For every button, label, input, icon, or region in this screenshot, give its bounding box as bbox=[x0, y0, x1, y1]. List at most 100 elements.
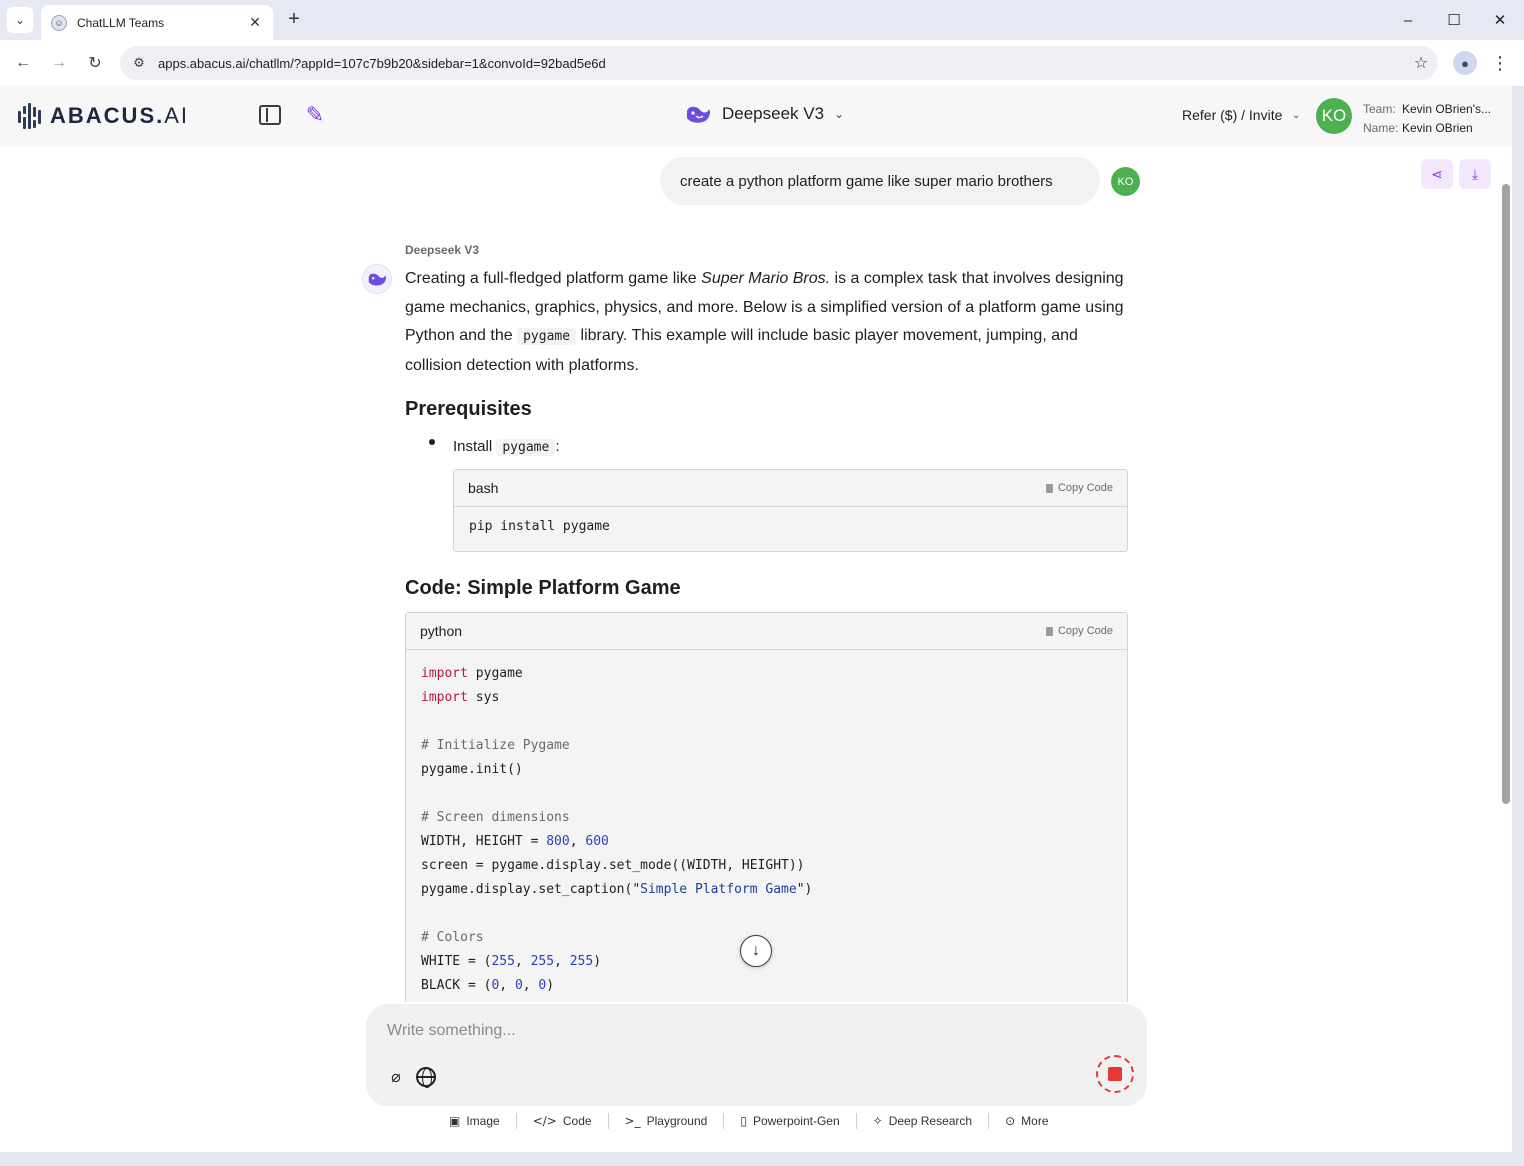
bot-intro-paragraph: Creating a full-fledged platform game li… bbox=[405, 270, 1124, 374]
logo-text-ai: AI bbox=[164, 103, 190, 128]
team-info[interactable]: Team: Kevin OBrien's... Name: Kevin OBrien bbox=[1363, 100, 1491, 138]
stop-icon bbox=[1108, 1067, 1122, 1081]
code-language: bash bbox=[468, 480, 499, 496]
scroll-to-bottom-button[interactable]: ↓ bbox=[740, 935, 772, 967]
code-line: pip install pygame bbox=[469, 519, 610, 534]
new-tab-button[interactable]: + bbox=[282, 8, 306, 32]
paperclip-icon[interactable]: ⌀ bbox=[386, 1067, 406, 1087]
browser-tabstrip: ⌄ ☺ ChatLLM Teams ✕ + – ☐ ✕ bbox=[0, 0, 1524, 40]
code-line: # Screen dimensions bbox=[421, 810, 570, 825]
copy-code-button[interactable]: Copy Code bbox=[1045, 482, 1113, 494]
composer: ⌀ bbox=[366, 1004, 1147, 1106]
list-bullet bbox=[429, 439, 435, 445]
chevron-down-icon: ⌄ bbox=[14, 13, 26, 27]
globe-icon[interactable] bbox=[416, 1067, 436, 1088]
document-icon: ▯ bbox=[740, 1114, 747, 1128]
new-chat-icon[interactable]: ✎ bbox=[303, 103, 327, 127]
window-bottom-edge bbox=[0, 1152, 1524, 1166]
telescope-icon: ✧ bbox=[872, 1114, 883, 1128]
code-line: screen = pygame.display.set_mode((WIDTH,… bbox=[421, 858, 805, 873]
back-button[interactable]: ← bbox=[10, 50, 36, 76]
tool-deep-research[interactable]: ✧ Deep Research bbox=[857, 1113, 990, 1129]
chevron-down-icon[interactable]: ⌄ bbox=[1292, 110, 1300, 121]
site-info-icon[interactable]: ⚙ bbox=[128, 52, 150, 74]
profile-icon[interactable]: ● bbox=[1453, 51, 1477, 75]
close-window-button[interactable]: ✕ bbox=[1477, 6, 1523, 34]
minimize-button[interactable]: – bbox=[1385, 6, 1431, 34]
italic-title: Super Mario Bros. bbox=[701, 270, 831, 287]
clipboard-icon bbox=[1045, 626, 1053, 636]
code-line: WIDTH, HEIGHT = 800, 600 bbox=[421, 834, 609, 849]
maximize-button[interactable]: ☐ bbox=[1431, 6, 1477, 34]
message-input[interactable] bbox=[387, 1022, 1087, 1040]
clipboard-icon bbox=[1045, 483, 1053, 493]
copy-code-button[interactable]: Copy Code bbox=[1045, 625, 1113, 637]
terminal-icon: >_ bbox=[624, 1114, 641, 1128]
user-message: create a python platform game like super… bbox=[660, 157, 1100, 205]
list-item: Install pygame: bbox=[453, 438, 560, 456]
favicon-icon: ☺ bbox=[51, 14, 67, 31]
tab-close-icon[interactable]: ✕ bbox=[247, 14, 263, 31]
tool-more[interactable]: ⊙ More bbox=[989, 1113, 1064, 1129]
arrow-right-icon: → bbox=[51, 54, 67, 71]
deepseek-whale-icon bbox=[687, 106, 710, 123]
model-name: Deepseek V3 bbox=[722, 104, 825, 123]
browser-toolbar: ← → ↻ ⚙ apps.abacus.ai/chatllm/?appId=10… bbox=[0, 40, 1524, 86]
code-language: python bbox=[420, 623, 463, 639]
address-bar[interactable]: ⚙ apps.abacus.ai/chatllm/?appId=107c7b9b… bbox=[120, 46, 1438, 80]
code-line: BLACK = (0, 0, 0) bbox=[421, 978, 555, 993]
tool-image[interactable]: ▣ Image bbox=[449, 1113, 517, 1129]
tool-powerpoint-gen[interactable]: ▯ Powerpoint-Gen bbox=[724, 1113, 857, 1129]
code-block-header: python Copy Code bbox=[406, 613, 1127, 650]
app-window: ABACUS.AI ✎ Deepseek V3 ⌄ Refer ($) / In… bbox=[0, 86, 1512, 1152]
stop-generation-button[interactable] bbox=[1096, 1055, 1134, 1093]
chevron-down-icon: ⌄ bbox=[834, 107, 845, 121]
scrollbar-thumb[interactable] bbox=[1502, 184, 1510, 804]
download-button[interactable]: ⤓ bbox=[1459, 159, 1491, 189]
bookmark-star-icon[interactable]: ☆ bbox=[1404, 53, 1438, 73]
python-code-block: python Copy Code import pygame import sy… bbox=[405, 612, 1128, 1032]
reload-icon: ↻ bbox=[88, 55, 102, 72]
user-avatar[interactable]: KO bbox=[1316, 98, 1352, 134]
forward-button[interactable]: → bbox=[46, 50, 72, 76]
abacus-logo[interactable]: ABACUS.AI bbox=[18, 103, 189, 129]
code-line: pygame.display.set_caption("Simple Platf… bbox=[421, 882, 813, 897]
model-selector[interactable]: Deepseek V3 ⌄ bbox=[684, 102, 844, 126]
arrow-down-icon: ↓ bbox=[752, 942, 760, 959]
code-line: pygame.init() bbox=[421, 762, 523, 777]
chevron-circle-icon: ⊙ bbox=[1005, 1114, 1016, 1128]
conversation-area[interactable]: ⋖ ⤓ create a python platform game like s… bbox=[0, 146, 1512, 1152]
browser-menu-icon[interactable]: ⋮ bbox=[1490, 50, 1510, 76]
tool-bar: ▣ Image </> Code >_ Playground ▯ Powerpoint-… bbox=[449, 1113, 1065, 1129]
bash-code-block: bash Copy Code pip install pygame bbox=[453, 469, 1128, 552]
tab-search-button[interactable]: ⌄ bbox=[7, 7, 33, 33]
url-text[interactable]: apps.abacus.ai/chatllm/?appId=107c7b9b20… bbox=[158, 56, 1404, 71]
conversation-actions: ⋖ ⤓ bbox=[1421, 159, 1491, 189]
arrow-left-icon: ← bbox=[15, 54, 31, 71]
code-line: import sys bbox=[421, 690, 500, 705]
deepseek-avatar-icon bbox=[362, 264, 392, 294]
tool-code[interactable]: </> Code bbox=[517, 1113, 609, 1129]
tool-playground[interactable]: >_ Playground bbox=[609, 1113, 725, 1129]
app-header: ABACUS.AI ✎ Deepseek V3 ⌄ Refer ($) / In… bbox=[0, 86, 1512, 146]
code-line: import pygame bbox=[421, 666, 523, 681]
refer-invite-button[interactable]: Refer ($) / Invite bbox=[1182, 107, 1282, 123]
abacus-logo-icon bbox=[18, 103, 42, 129]
inline-code: pygame bbox=[517, 328, 577, 345]
code-icon: </> bbox=[532, 1114, 557, 1128]
team-value: Kevin OBrien's... bbox=[1402, 102, 1491, 116]
sidebar-toggle-icon[interactable] bbox=[259, 105, 281, 125]
name-label: Name: bbox=[1363, 121, 1399, 135]
share-icon: ⋖ bbox=[1431, 165, 1443, 182]
reload-button[interactable]: ↻ bbox=[82, 50, 108, 76]
share-button[interactable]: ⋖ bbox=[1421, 159, 1453, 189]
team-label: Team: bbox=[1363, 102, 1396, 116]
code-block-header: bash Copy Code bbox=[454, 470, 1127, 507]
code-body: pip install pygame bbox=[454, 507, 1127, 547]
code-heading: Code: Simple Platform Game bbox=[405, 577, 681, 599]
tab-title: ChatLLM Teams bbox=[77, 15, 165, 30]
browser-tab[interactable]: ☺ ChatLLM Teams ✕ bbox=[41, 5, 273, 40]
